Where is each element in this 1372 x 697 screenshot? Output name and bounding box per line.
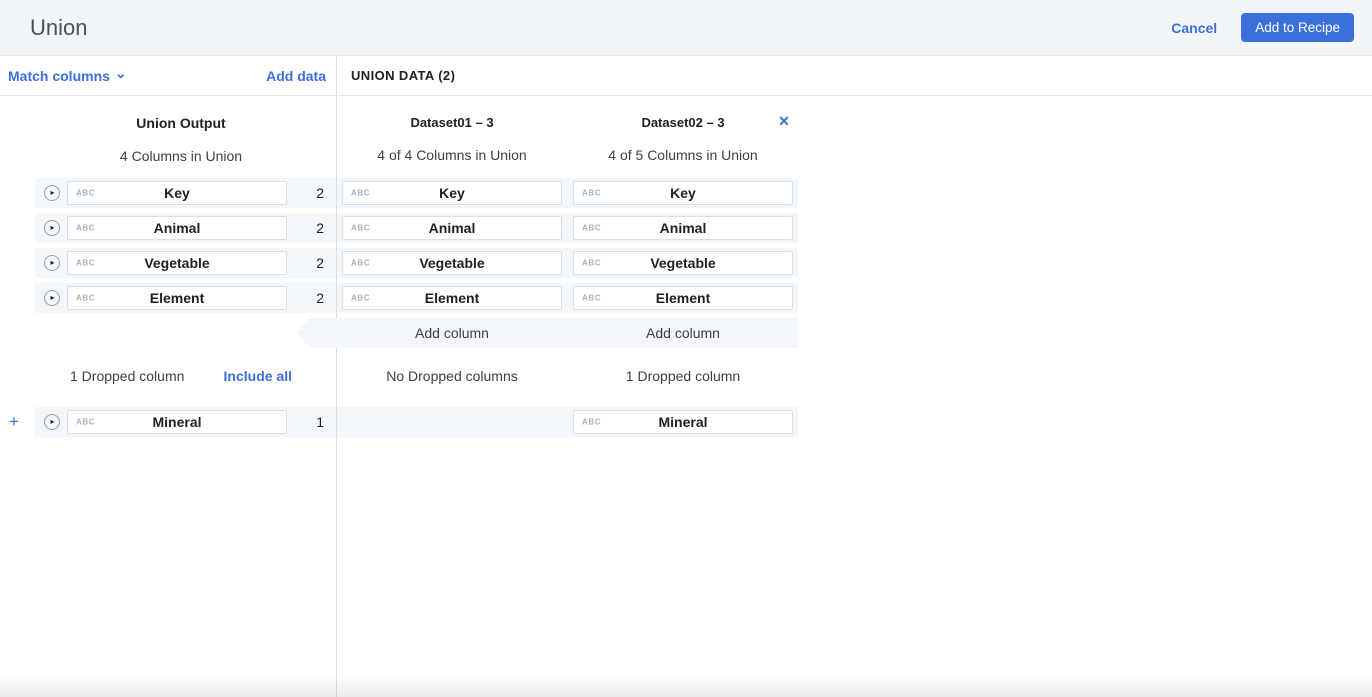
column-name-field[interactable]: ABC Vegetable: [573, 251, 793, 275]
string-type-icon: ABC: [582, 223, 602, 233]
column-name-label: Key: [164, 185, 190, 201]
table-row: ABC Key ABC Key: [337, 178, 798, 208]
string-type-icon: ABC: [582, 293, 602, 303]
table-row: ▸ ABC Key 2: [35, 178, 336, 208]
column-match-count: 2: [316, 290, 324, 306]
union-tool-page: Union Cancel Add to Recipe Match columns…: [0, 0, 1372, 697]
add-column-row: Add column Add column: [337, 318, 798, 348]
column-name-field[interactable]: ABC Key: [573, 181, 793, 205]
page-title: Union: [30, 14, 88, 40]
column-name-label: Vegetable: [650, 255, 716, 271]
column-name-field[interactable]: ABC Animal: [342, 216, 562, 240]
string-type-icon: ABC: [582, 258, 602, 268]
string-type-icon: ABC: [351, 223, 371, 233]
dataset-subtitle: 4 of 4 Columns in Union: [377, 147, 527, 163]
dropped-summary-label: 1 Dropped column: [625, 368, 741, 384]
table-row: ▸ ABC Element 2: [35, 283, 336, 313]
dropped-summary-row: No Dropped columns 1 Dropped column: [337, 368, 798, 385]
table-row: ABC Vegetable ABC Vegetable: [337, 248, 798, 278]
union-output-panel: Union Output 4 Columns in Union ▸ ABC Ke…: [0, 96, 337, 697]
expand-column-icon[interactable]: ▸: [44, 255, 60, 271]
table-row: ▸ ABC Vegetable 2: [35, 248, 336, 278]
column-name-field[interactable]: ABC Animal: [67, 216, 287, 240]
table-row: ABC Element ABC Element: [337, 283, 798, 313]
toolbar: Match columns ⌄ Add data UNION DATA (2): [0, 56, 1372, 96]
column-name-label: Animal: [659, 220, 707, 236]
column-name-field[interactable]: ABC Mineral: [67, 410, 287, 434]
string-type-icon: ABC: [351, 293, 371, 303]
union-output-rows: ▸ ABC Key 2 ▸ ABC Animal 2 ▸ ABC Vegetab…: [0, 178, 336, 318]
column-name-label: Element: [424, 290, 480, 306]
toolbar-right: UNION DATA (2): [337, 56, 1372, 95]
string-type-icon: ABC: [76, 417, 96, 427]
table-row: ▸ ABC Animal 2: [35, 213, 336, 243]
add-column-button[interactable]: Add column: [342, 318, 562, 348]
string-type-icon: ABC: [76, 258, 96, 268]
column-name-label: Mineral: [658, 414, 708, 430]
union-data-heading: UNION DATA (2): [351, 68, 456, 83]
column-match-count: 2: [316, 185, 324, 201]
dropped-column-row: ABC Mineral: [337, 407, 798, 437]
column-name-label: Animal: [153, 220, 201, 236]
column-name-label: Element: [655, 290, 711, 306]
cancel-button[interactable]: Cancel: [1171, 20, 1217, 36]
expand-column-icon[interactable]: ▸: [44, 220, 60, 236]
topbar: Union Cancel Add to Recipe: [0, 0, 1372, 56]
dataset-title: Dataset02 – 3: [641, 115, 725, 130]
toolbar-left: Match columns ⌄ Add data: [0, 56, 337, 95]
column-name-label: Mineral: [152, 414, 202, 430]
dataset-subtitle: 4 of 5 Columns in Union: [608, 147, 758, 163]
column-name-label: Vegetable: [419, 255, 485, 271]
dropped-summary-label: 1 Dropped column: [70, 368, 185, 384]
add-data-button[interactable]: Add data: [266, 68, 326, 84]
string-type-icon: ABC: [582, 417, 602, 427]
add-column-insert-arrow: [296, 318, 337, 348]
expand-column-icon[interactable]: ▸: [44, 290, 60, 306]
string-type-icon: ABC: [351, 188, 371, 198]
column-name-label: Animal: [428, 220, 476, 236]
string-type-icon: ABC: [76, 223, 96, 233]
dropped-summary-label: No Dropped columns: [386, 368, 518, 384]
add-to-recipe-button[interactable]: Add to Recipe: [1241, 13, 1354, 42]
column-name-field[interactable]: ABC Element: [67, 286, 287, 310]
string-type-icon: ABC: [76, 293, 96, 303]
column-name-field[interactable]: ABC Element: [342, 286, 562, 310]
column-match-count: 2: [316, 220, 324, 236]
content: Union Output 4 Columns in Union ▸ ABC Ke…: [0, 96, 1372, 697]
union-output-subtitle: 4 Columns in Union: [119, 148, 243, 164]
union-output-title: Union Output: [136, 115, 226, 131]
expand-column-icon[interactable]: ▸: [44, 185, 60, 201]
include-all-button[interactable]: Include all: [224, 368, 292, 384]
add-column-button[interactable]: Add column: [573, 318, 793, 348]
column-name-field[interactable]: ABC Element: [573, 286, 793, 310]
column-name-label: Vegetable: [144, 255, 210, 271]
expand-column-icon[interactable]: ▸: [44, 414, 60, 430]
column-name-field[interactable]: ABC Mineral: [573, 410, 793, 434]
string-type-icon: ABC: [351, 258, 371, 268]
chevron-down-icon: ⌄: [114, 64, 127, 81]
column-match-count: 1: [316, 414, 324, 430]
close-dataset-icon[interactable]: ✕: [774, 111, 794, 131]
column-name-field[interactable]: ABC Vegetable: [342, 251, 562, 275]
column-match-count: 2: [316, 255, 324, 271]
dataset-title: Dataset01 – 3: [410, 115, 494, 130]
table-row: ▸ ABC Mineral 1: [35, 407, 336, 437]
column-name-label: Key: [439, 185, 465, 201]
column-name-label: Key: [670, 185, 696, 201]
dataset-column-rows: ABC Key ABC Key ABC Animal ABC Animal AB…: [337, 178, 798, 318]
match-columns-label: Match columns: [8, 67, 110, 84]
match-columns-dropdown[interactable]: Match columns ⌄: [8, 64, 127, 84]
column-name-field[interactable]: ABC Key: [342, 181, 562, 205]
string-type-icon: ABC: [582, 188, 602, 198]
column-name-field[interactable]: ABC Key: [67, 181, 287, 205]
column-name-label: Element: [149, 290, 205, 306]
topbar-actions: Cancel Add to Recipe: [1171, 13, 1354, 42]
dropped-summary-row: 1 Dropped column Include all: [70, 368, 292, 384]
table-row: ABC Animal ABC Animal: [337, 213, 798, 243]
column-name-field[interactable]: ABC Vegetable: [67, 251, 287, 275]
dropped-column-rows: ▸ ABC Mineral 1: [0, 407, 336, 442]
union-data-panel: Dataset01 – 3 Dataset02 – 3 ✕ 4 of 4 Col…: [337, 96, 1372, 697]
column-name-field[interactable]: ABC Animal: [573, 216, 793, 240]
string-type-icon: ABC: [76, 188, 96, 198]
